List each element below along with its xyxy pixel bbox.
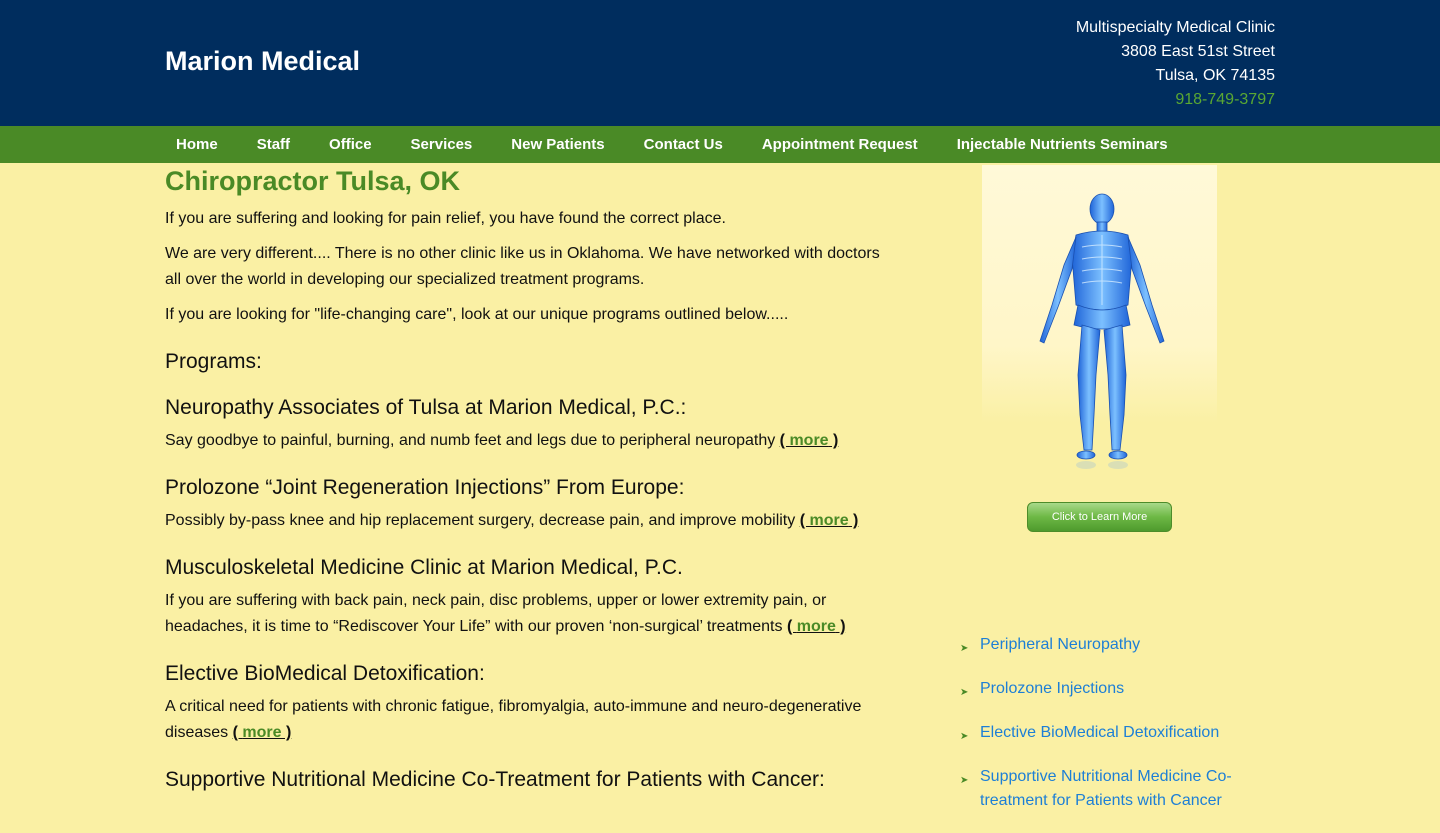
nav-services[interactable]: Services	[400, 126, 484, 163]
more-open: (	[779, 432, 790, 449]
sidebar-link-cancer-co-treatment[interactable]: Supportive Nutritional Medicine Co-treat…	[980, 765, 1250, 813]
more-word: more	[796, 618, 836, 635]
more-link[interactable]: ( more )	[780, 432, 839, 449]
program-description: A critical need for patients with chroni…	[165, 694, 895, 746]
skeleton-figure-icon	[1039, 193, 1165, 469]
chevron-right-icon: ➤	[960, 687, 969, 698]
skeleton-figure	[982, 165, 1217, 495]
program-description: Possibly by-pass knee and hip replacemen…	[165, 508, 895, 534]
more-close: )	[835, 618, 846, 635]
programs-heading: Programs:	[165, 350, 262, 373]
more-open: (	[232, 724, 243, 741]
more-close: )	[848, 512, 859, 529]
sidebar-link-peripheral-neuropathy[interactable]: Peripheral Neuropathy	[980, 633, 1250, 657]
site-title[interactable]: Marion Medical	[165, 46, 360, 77]
address-line-2: 3808 East 51st Street	[1121, 43, 1275, 60]
main-nav: Home Staff Office Services New Patients …	[0, 126, 1440, 163]
program-description: Say goodbye to painful, burning, and num…	[165, 428, 895, 454]
sidebar-link-item: ➤ Prolozone Injections	[960, 677, 1260, 701]
intro-paragraph: We are very different.... There is no ot…	[165, 245, 880, 288]
nav-staff[interactable]: Staff	[246, 126, 301, 163]
program-description: If you are suffering with back pain, nec…	[165, 588, 895, 640]
main-content: Chiropractor Tulsa, OK If you are suffer…	[165, 163, 895, 800]
program-title: Elective BioMedical Detoxification:	[165, 662, 485, 685]
learn-more-button[interactable]: Click to Learn More	[1027, 502, 1172, 532]
sidebar-link-item: ➤ Elective BioMedical Detoxification	[960, 721, 1260, 745]
nav-appointment-request[interactable]: Appointment Request	[751, 126, 929, 163]
more-word: more	[789, 432, 829, 449]
nav-new-patients[interactable]: New Patients	[500, 126, 615, 163]
program-title: Neuropathy Associates of Tulsa at Marion…	[165, 396, 687, 419]
more-link[interactable]: ( more )	[800, 512, 859, 529]
chevron-right-icon: ➤	[960, 775, 969, 786]
page-title: Chiropractor Tulsa, OK	[165, 166, 461, 196]
program-title: Musculoskeletal Medicine Clinic at Mario…	[165, 556, 683, 579]
more-link[interactable]: ( more )	[233, 724, 292, 741]
nav-office[interactable]: Office	[318, 126, 383, 163]
nav-home[interactable]: Home	[165, 126, 229, 163]
chevron-right-icon: ➤	[960, 643, 969, 654]
site-header: Marion Medical Multispecialty Medical Cl…	[0, 0, 1440, 126]
program-description-text: Say goodbye to painful, burning, and num…	[165, 432, 780, 449]
intro-paragraph: If you are looking for "life-changing ca…	[165, 306, 789, 323]
more-close: )	[828, 432, 839, 449]
sidebar-link-prolozone-injections[interactable]: Prolozone Injections	[980, 677, 1250, 701]
program-title: Supportive Nutritional Medicine Co-Treat…	[165, 768, 825, 791]
sidebar-link-detoxification[interactable]: Elective BioMedical Detoxification	[980, 721, 1250, 745]
more-open: (	[786, 618, 797, 635]
sidebar-links: ➤ Peripheral Neuropathy ➤ Prolozone Inje…	[960, 633, 1260, 833]
program-title: Prolozone “Joint Regeneration Injections…	[165, 476, 685, 499]
nav-injectable-nutrients-seminars[interactable]: Injectable Nutrients Seminars	[946, 126, 1179, 163]
chevron-right-icon: ➤	[960, 731, 969, 742]
nav-items: Home Staff Office Services New Patients …	[165, 126, 1196, 163]
sidebar-link-item: ➤ Peripheral Neuropathy	[960, 633, 1260, 657]
phone-number[interactable]: 918-749-3797	[1076, 88, 1275, 112]
sidebar-link-item: ➤ Supportive Nutritional Medicine Co-tre…	[960, 765, 1260, 813]
program-description-text: Possibly by-pass knee and hip replacemen…	[165, 512, 800, 529]
address-line-3: Tulsa, OK 74135	[1155, 67, 1275, 84]
address-line-1: Multispecialty Medical Clinic	[1075, 19, 1275, 36]
program-description-text: If you are suffering with back pain, nec…	[165, 592, 827, 635]
more-close: )	[281, 724, 292, 741]
more-word: more	[242, 724, 282, 741]
nav-contact-us[interactable]: Contact Us	[633, 126, 734, 163]
intro-paragraph: If you are suffering and looking for pai…	[165, 210, 726, 227]
clinic-address: Multispecialty Medical Clinic 3808 East …	[1076, 16, 1275, 112]
more-link[interactable]: ( more )	[787, 618, 846, 635]
more-word: more	[809, 512, 849, 529]
